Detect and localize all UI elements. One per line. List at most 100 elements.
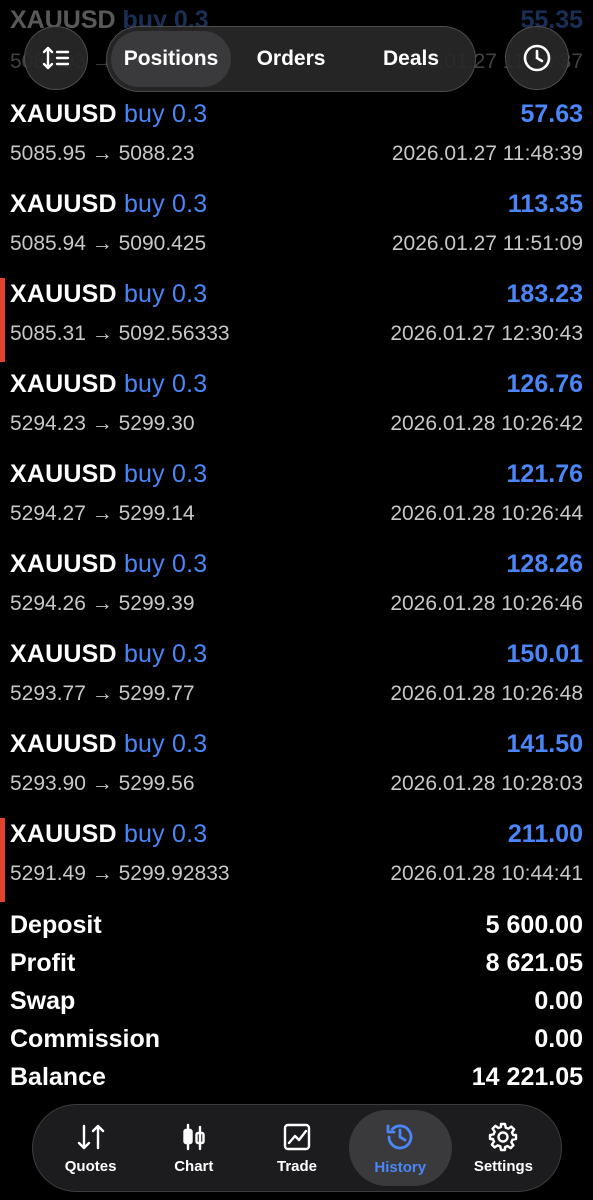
open-price: 5294.27 — [10, 502, 86, 525]
summary-deposit: Deposit 5 600.00 — [10, 906, 583, 944]
deal-row[interactable]: XAUUSD buy 0.3 128.26 5294.26 → 5299.39 202… — [0, 542, 593, 632]
arrow-icon: → — [91, 322, 113, 345]
tab-label: History — [374, 1158, 427, 1176]
arrow-icon: → — [91, 772, 113, 795]
tab-quotes[interactable]: Quotes — [39, 1110, 142, 1186]
summary-value: 8 621.05 — [485, 948, 583, 977]
tab-chart[interactable]: Chart — [142, 1110, 245, 1186]
deal-symbol: XAUUSD buy 0.3 — [10, 640, 207, 669]
deal-symbol: XAUUSD buy 0.3 — [10, 550, 207, 579]
deal-symbol: XAUUSD buy 0.3 — [10, 190, 207, 219]
clock-icon — [523, 44, 551, 72]
deal-side: buy 0.3 — [123, 190, 208, 218]
deal-side: buy 0.3 — [123, 100, 208, 128]
deal-row[interactable]: XAUUSD buy 0.3 126.76 5294.23 → 5299.30 202… — [0, 362, 593, 452]
history-clock-icon — [384, 1121, 416, 1153]
deal-side: buy 0.3 — [123, 820, 208, 848]
summary-value: 14 221.05 — [471, 1062, 583, 1091]
period-button[interactable] — [505, 26, 569, 90]
deal-row[interactable]: XAUUSD buy 0.3 121.76 5294.27 → 5299.14 202… — [0, 452, 593, 542]
deals-list: XAUUSD buy 0.3 57.63 5085.95 → 5088.23 2026… — [0, 92, 593, 902]
close-price: 5092.56333 — [118, 322, 230, 345]
tab-settings[interactable]: Settings — [452, 1110, 555, 1186]
arrow-icon: → — [91, 142, 113, 165]
deal-prices: 5085.94 → 5090.425 — [10, 232, 206, 256]
bottom-tab-bar: Quotes Chart Trade History Settings — [32, 1104, 562, 1192]
deal-row[interactable]: XAUUSD buy 0.3 141.50 5293.90 → 5299.56 202… — [0, 722, 593, 812]
deal-time: 2026.01.28 10:44:41 — [390, 862, 583, 885]
symbol-name: XAUUSD — [10, 370, 117, 398]
arrow-icon: → — [91, 682, 113, 705]
deal-row[interactable]: XAUUSD buy 0.3 57.63 5085.95 → 5088.23 2026… — [0, 92, 593, 182]
deal-side: buy 0.3 — [123, 280, 208, 308]
tab-positions[interactable]: Positions — [111, 31, 231, 87]
open-price: 5085.95 — [10, 142, 86, 165]
deal-side: buy 0.3 — [123, 550, 208, 578]
deal-symbol: XAUUSD buy 0.3 — [10, 820, 207, 849]
deal-profit: 150.01 — [506, 640, 583, 668]
summary-balance: Balance 14 221.05 — [10, 1058, 583, 1096]
deal-row[interactable]: XAUUSD buy 0.3 150.01 5293.77 → 5299.77 202… — [0, 632, 593, 722]
close-price: 5299.30 — [118, 412, 195, 435]
close-price: 5090.425 — [118, 232, 207, 255]
deal-symbol: XAUUSD buy 0.3 — [10, 280, 207, 309]
open-price: 5291.49 — [10, 862, 86, 885]
summary-label: Deposit — [10, 910, 102, 939]
tab-trade[interactable]: Trade — [245, 1110, 348, 1186]
summary-label: Balance — [10, 1062, 106, 1091]
close-price: 5299.92833 — [118, 862, 230, 885]
open-price: 5085.31 — [10, 322, 86, 345]
deal-symbol: XAUUSD buy 0.3 — [10, 730, 207, 759]
close-price: 5088.23 — [118, 142, 195, 165]
deal-prices: 5293.77 → 5299.77 — [10, 682, 195, 706]
deal-prices: 5294.23 → 5299.30 — [10, 412, 195, 436]
deal-profit: 121.76 — [506, 460, 583, 488]
deal-row[interactable]: XAUUSD buy 0.3 183.23 5085.31 → 5092.56333… — [0, 272, 593, 362]
summary-commission: Commission 0.00 — [10, 1020, 583, 1058]
deal-time: 2026.01.28 10:26:48 — [390, 682, 583, 705]
deal-side: buy 0.3 — [123, 460, 208, 488]
deal-marker — [0, 278, 5, 362]
history-summary: Deposit 5 600.00 Profit 8 621.05 Swap 0.00 Com… — [10, 906, 583, 1096]
deal-time: 2026.01.27 12:30:43 — [390, 322, 583, 345]
sort-button[interactable] — [24, 26, 88, 90]
deal-prices: 5294.26 → 5299.39 — [10, 592, 195, 616]
trade-chart-icon — [282, 1122, 312, 1152]
symbol-name: XAUUSD — [10, 280, 117, 308]
deal-time: 2026.01.27 11:51:09 — [391, 232, 583, 255]
tab-history[interactable]: History — [348, 1110, 452, 1186]
symbol-name: XAUUSD — [10, 550, 117, 578]
deal-row[interactable]: XAUUSD buy 0.3 113.35 5085.94 → 5090.425 20… — [0, 182, 593, 272]
close-price: 5299.39 — [118, 592, 195, 615]
close-price: 5299.77 — [118, 682, 195, 705]
deal-profit: 57.63 — [520, 100, 583, 128]
open-price: 5293.77 — [10, 682, 86, 705]
summary-value: 5 600.00 — [485, 910, 583, 939]
arrow-icon: → — [91, 502, 113, 525]
history-mode-tabs: Positions Orders Deals — [106, 26, 476, 92]
tab-deals[interactable]: Deals — [351, 31, 471, 87]
gear-icon — [488, 1122, 518, 1152]
deal-prices: 5291.49 → 5299.92833 — [10, 862, 230, 886]
deal-time: 2026.01.28 10:26:46 — [390, 592, 583, 615]
deal-row[interactable]: XAUUSD buy 0.3 211.00 5291.49 → 5299.92833… — [0, 812, 593, 902]
summary-label: Commission — [10, 1024, 161, 1053]
summary-profit: Profit 8 621.05 — [10, 944, 583, 982]
tab-orders[interactable]: Orders — [231, 31, 351, 87]
deal-prices: 5085.31 → 5092.56333 — [10, 322, 230, 346]
deal-prices: 5294.27 → 5299.14 — [10, 502, 195, 526]
tab-label: Quotes — [64, 1157, 117, 1175]
deal-time: 2026.01.28 10:28:03 — [390, 772, 583, 795]
tab-label: Trade — [276, 1157, 318, 1175]
deal-prices: 5085.95 → 5088.23 — [10, 142, 195, 166]
deal-time: 2026.01.27 11:48:39 — [391, 142, 583, 165]
arrow-icon: → — [91, 412, 113, 435]
deal-prices: 5293.90 → 5299.56 — [10, 772, 195, 796]
deal-time: 2026.01.28 10:26:44 — [390, 502, 583, 525]
quotes-arrows-icon — [75, 1122, 107, 1152]
deal-profit: 128.26 — [506, 550, 583, 578]
deal-side: buy 0.3 — [123, 640, 208, 668]
summary-label: Profit — [10, 948, 76, 977]
deal-profit: 183.23 — [506, 280, 583, 308]
open-price: 5294.23 — [10, 412, 86, 435]
